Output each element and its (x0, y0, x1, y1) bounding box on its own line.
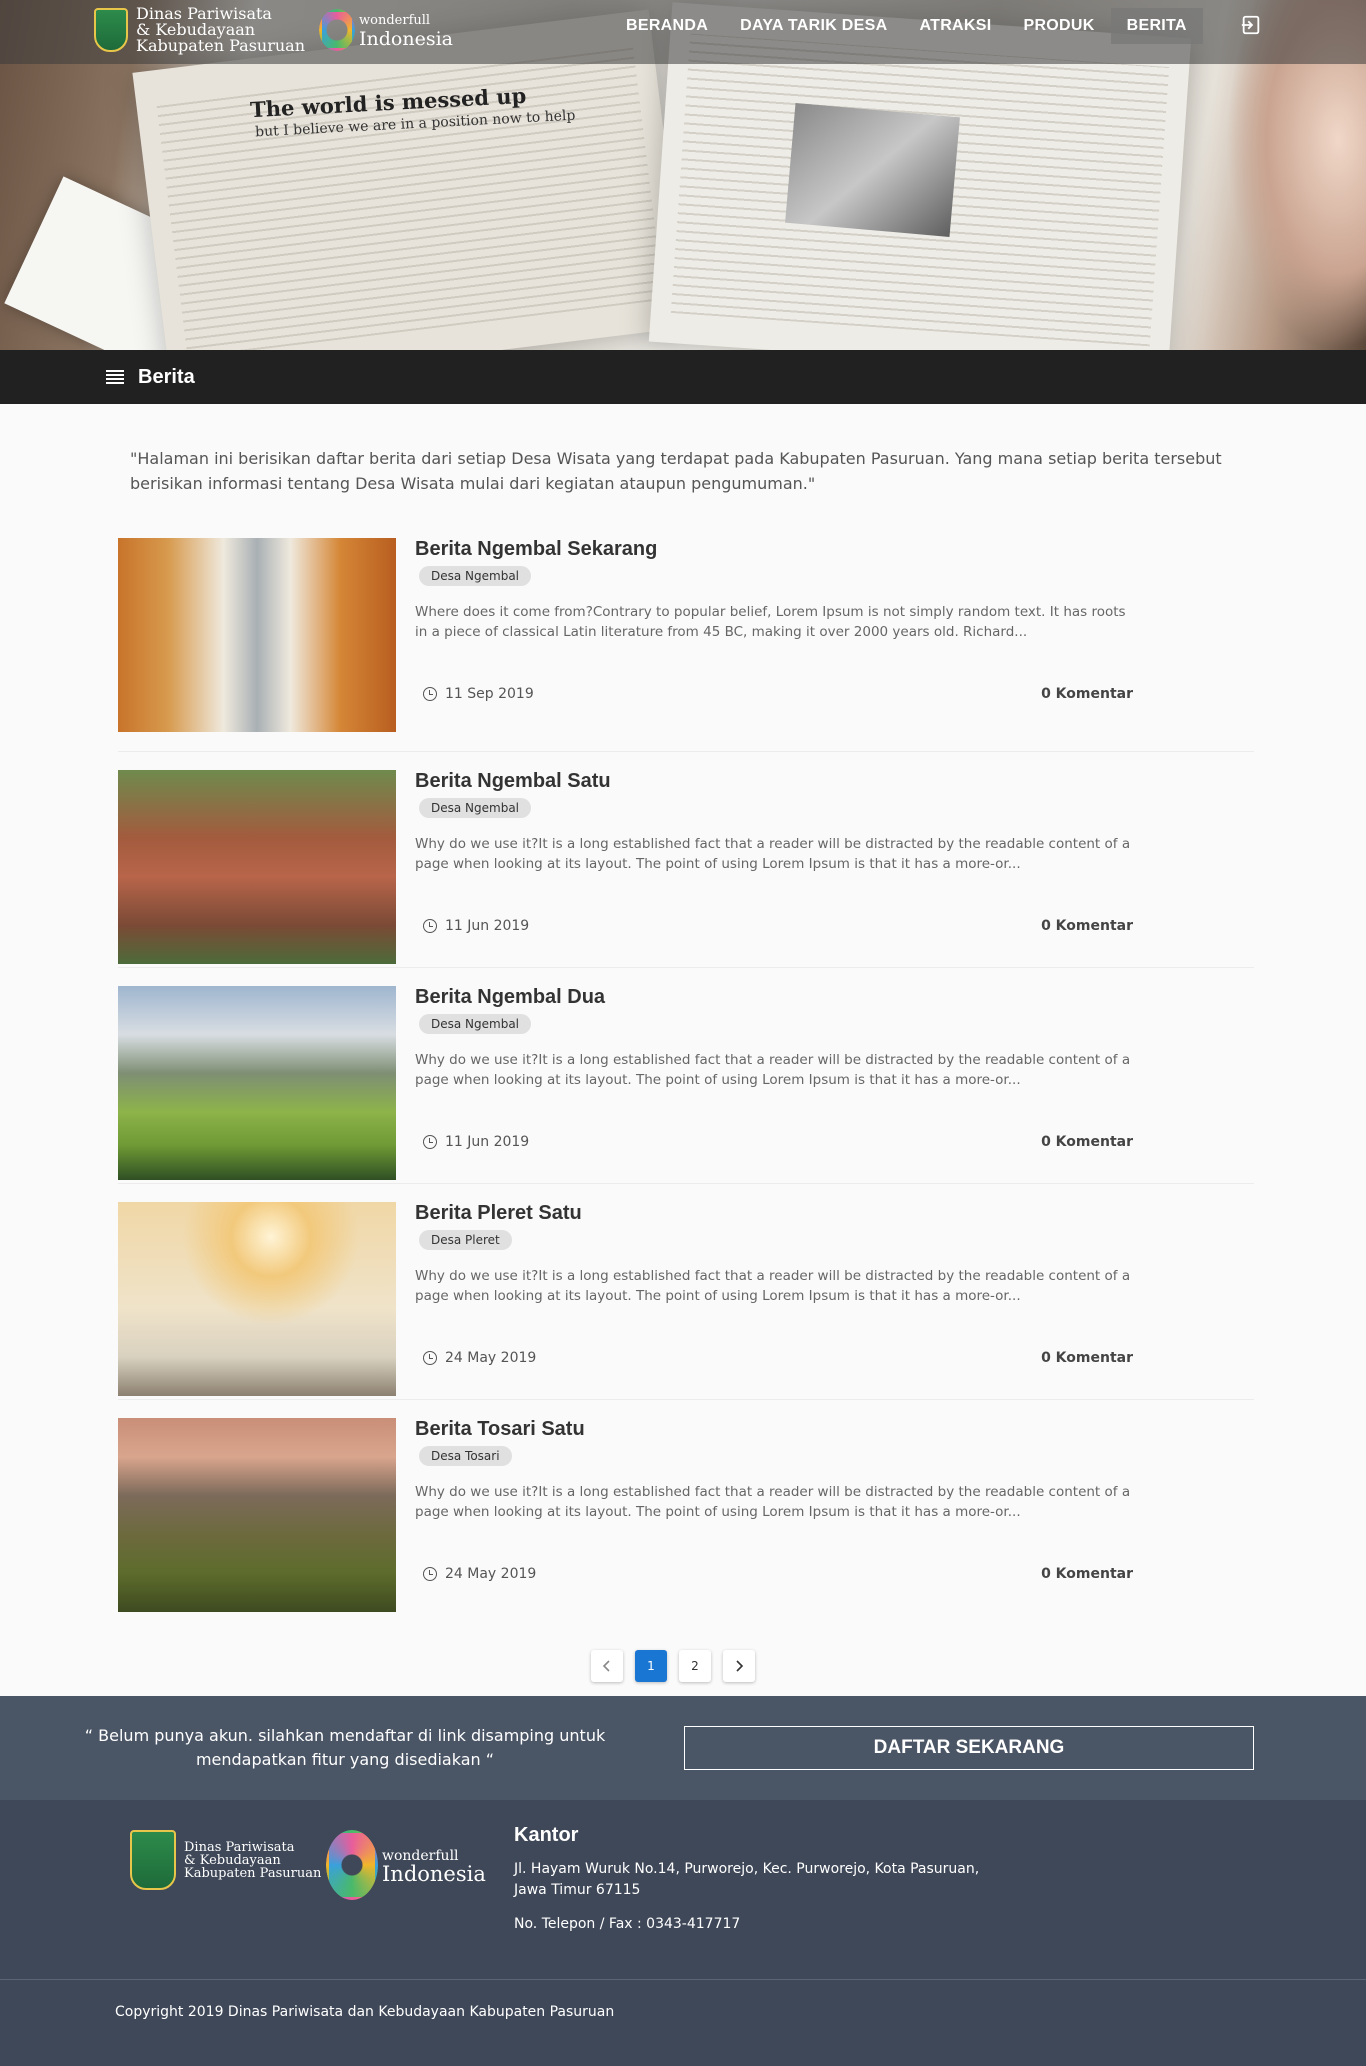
pagination: 1 2 (0, 1650, 1366, 1682)
office-info: Kantor Jl. Hayam Wuruk No.14, Purworejo,… (514, 1824, 984, 1932)
section-header: Berita (0, 350, 1366, 404)
dinas-logo-text: Dinas Pariwisata & Kebudayaan Kabupaten … (136, 6, 305, 54)
alarm-clock-icon (423, 687, 437, 701)
desa-tag[interactable]: Desa Ngembal (419, 798, 532, 818)
news-date: 11 Sep 2019 (445, 686, 534, 702)
news-thumbnail[interactable] (118, 986, 396, 1180)
wonderful-indonesia-icon (319, 9, 356, 51)
dinas-logo[interactable]: Dinas Pariwisata & Kebudayaan Kabupaten … (94, 6, 453, 54)
chevron-right-icon (736, 1660, 744, 1672)
news-title[interactable]: Berita Pleret Satu (415, 1202, 1133, 1225)
page-intro: "Halaman ini berisikan daftar berita dar… (130, 449, 1222, 493)
footer-wonderful-indonesia-logo: wonderfull Indonesia (326, 1830, 486, 1900)
list-icon (106, 370, 124, 384)
office-phone: No. Telepon / Fax : 0343-417717 (514, 1916, 741, 1932)
top-navbar: Dinas Pariwisata & Kebudayaan Kabupaten … (0, 0, 1366, 64)
nav-daya-tarik-desa[interactable]: DAYA TARIK DESA (724, 8, 903, 44)
news-date: 24 May 2019 (445, 1566, 537, 1582)
footer-brand-line-2: & Kebudayaan (184, 1852, 281, 1868)
news-thumbnail[interactable] (118, 538, 396, 732)
news-item[interactable]: Berita Tosari Satu Desa Tosari Why do we… (118, 1400, 1254, 1616)
desa-tag[interactable]: Desa Tosari (419, 1446, 512, 1466)
news-item[interactable]: Berita Ngembal Sekarang Desa Ngembal Whe… (118, 536, 1254, 752)
desa-tag[interactable]: Desa Ngembal (419, 566, 532, 586)
comment-count[interactable]: 0 Komentar (1041, 1134, 1133, 1150)
pasuruan-crest-icon (94, 8, 128, 52)
news-item[interactable]: Berita Ngembal Dua Desa Ngembal Why do w… (118, 968, 1254, 1184)
footer-brand-line-3: Kabupaten Pasuruan (184, 1865, 322, 1881)
news-excerpt: Why do we use it?It is a long establishe… (415, 836, 1131, 872)
alarm-clock-icon (423, 1567, 437, 1581)
prev-page-button[interactable] (591, 1650, 623, 1682)
news-thumbnail[interactable] (118, 1418, 396, 1612)
main-nav: BERANDA DAYA TARIK DESA ATRAKSI PRODUK B… (610, 8, 1203, 44)
news-date: 24 May 2019 (445, 1350, 537, 1366)
news-thumbnail[interactable] (118, 1202, 396, 1396)
alarm-clock-icon (423, 919, 437, 933)
footer: Dinas Pariwisata & Kebudayaan Kabupaten … (0, 1800, 1366, 1980)
office-address: Jl. Hayam Wuruk No.14, Purworejo, Kec. P… (514, 1861, 980, 1898)
news-excerpt: Why do we use it?It is a long establishe… (415, 1484, 1131, 1520)
newspaper-photo (785, 103, 960, 237)
news-item[interactable]: Berita Ngembal Satu Desa Ngembal Why do … (118, 752, 1254, 968)
comment-count[interactable]: 0 Komentar (1041, 918, 1133, 934)
news-item[interactable]: Berita Pleret Satu Desa Pleret Why do we… (118, 1184, 1254, 1400)
desa-tag[interactable]: Desa Pleret (419, 1230, 512, 1250)
alarm-clock-icon (423, 1351, 437, 1365)
news-title[interactable]: Berita Ngembal Dua (415, 986, 1133, 1009)
pasuruan-crest-icon (130, 1830, 176, 1890)
news-title[interactable]: Berita Tosari Satu (415, 1418, 1133, 1441)
footer-dinas-logo: Dinas Pariwisata & Kebudayaan Kabupaten … (130, 1830, 321, 1890)
news-date: 11 Jun 2019 (445, 918, 530, 934)
cta-text: “ Belum punya akun. silahkan mendaftar d… (84, 1726, 606, 1769)
news-list: Berita Ngembal Sekarang Desa Ngembal Whe… (118, 536, 1254, 1616)
office-title: Kantor (514, 1824, 579, 1846)
wonderful-indonesia-logo: wonderfull Indonesia (319, 9, 453, 51)
comment-count[interactable]: 0 Komentar (1041, 1350, 1133, 1366)
copyright: Copyright 2019 Dinas Pariwisata dan Kebu… (0, 1980, 1366, 2066)
section-title: Berita (138, 365, 195, 388)
nav-produk[interactable]: PRODUK (1007, 8, 1110, 44)
wonderful-indonesia-icon (326, 1830, 378, 1900)
chevron-left-icon (602, 1660, 610, 1672)
desa-tag[interactable]: Desa Ngembal (419, 1014, 532, 1034)
news-title[interactable]: Berita Ngembal Satu (415, 770, 1133, 793)
news-excerpt: Why do we use it?It is a long establishe… (415, 1268, 1131, 1304)
login-icon[interactable] (1240, 14, 1262, 36)
footer-wi-big: Indonesia (382, 1862, 486, 1886)
wi-big-text: Indonesia (359, 28, 453, 50)
news-excerpt: Where does it come from?Contrary to popu… (415, 604, 1126, 640)
news-excerpt: Why do we use it?It is a long establishe… (415, 1052, 1131, 1088)
brand-line-3: Kabupaten Pasuruan (136, 36, 306, 55)
next-page-button[interactable] (723, 1650, 755, 1682)
page-1-button[interactable]: 1 (635, 1650, 667, 1682)
register-cta: “ Belum punya akun. silahkan mendaftar d… (0, 1696, 1366, 1800)
nav-berita[interactable]: BERITA (1110, 8, 1203, 44)
news-date: 11 Jun 2019 (445, 1134, 530, 1150)
news-title[interactable]: Berita Ngembal Sekarang (415, 538, 1133, 561)
nav-beranda[interactable]: BERANDA (610, 8, 724, 44)
hero-banner: The world is messed up but I believe we … (0, 0, 1366, 350)
register-button[interactable]: DAFTAR SEKARANG (684, 1726, 1254, 1770)
news-thumbnail[interactable] (118, 770, 396, 964)
footer-brand-line-1: Dinas Pariwisata (184, 1839, 295, 1855)
alarm-clock-icon (423, 1135, 437, 1149)
comment-count[interactable]: 0 Komentar (1041, 1566, 1133, 1582)
comment-count[interactable]: 0 Komentar (1041, 686, 1133, 702)
page-2-button[interactable]: 2 (679, 1650, 711, 1682)
nav-atraksi[interactable]: ATRAKSI (903, 8, 1007, 44)
